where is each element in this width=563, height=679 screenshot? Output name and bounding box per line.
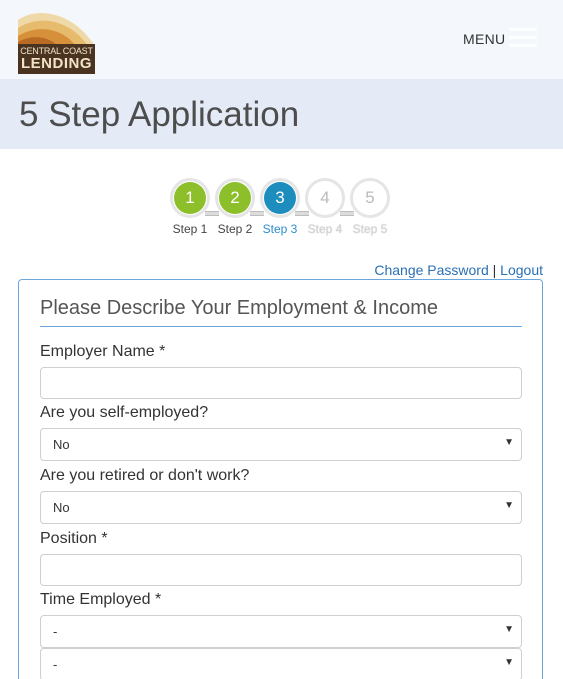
site-header: CENTRAL COAST LENDING MENU: [0, 0, 563, 79]
step-circle: 2: [215, 178, 255, 218]
step-5: 5 Step 5: [349, 178, 391, 236]
select-value: No: [53, 437, 70, 452]
position-input[interactable]: [40, 554, 522, 586]
step-1[interactable]: 1 Step 1: [169, 178, 211, 236]
select-value: -: [53, 657, 58, 672]
step-label: Step 1: [172, 222, 208, 236]
form-title: Please Describe Your Employment & Income: [40, 297, 438, 319]
logo-arc-graphic: [18, 6, 95, 46]
position-label: Position *: [40, 530, 108, 547]
self-employed-label: Are you self-employed?: [40, 404, 209, 421]
select-value: No: [53, 500, 70, 515]
step-2[interactable]: 2 Step 2: [214, 178, 256, 236]
change-password-link[interactable]: Change Password: [374, 262, 488, 278]
time-employed-label: Time Employed *: [40, 591, 162, 608]
employment-form-panel: Please Describe Your Employment & Income…: [18, 279, 543, 679]
step-4: 4 Step 4: [304, 178, 346, 236]
employer-name-input[interactable]: [40, 367, 522, 399]
page-title: 5 Step Application: [19, 95, 300, 134]
account-links: Change Password | Logout: [374, 262, 543, 278]
central-coast-lending-logo[interactable]: CENTRAL COAST LENDING: [18, 6, 95, 74]
logo-line-2: LENDING: [21, 55, 92, 72]
step-progress: 1 Step 1 2 Step 2 3 Step 3 4 Step 4 5 St…: [169, 178, 393, 238]
step-circle: 4: [305, 178, 345, 218]
step-label: Step 2: [217, 222, 253, 236]
caret-down-icon: ▼: [504, 437, 514, 448]
step-number: 2: [219, 182, 251, 214]
step-label: Step 3: [262, 222, 298, 236]
step-circle: 1: [170, 178, 210, 218]
retired-label: Are you retired or don't work?: [40, 467, 250, 484]
hamburger-icon[interactable]: [509, 28, 539, 52]
step-number: 1: [174, 182, 206, 214]
retired-select[interactable]: No ▼: [40, 491, 522, 524]
step-circle: 3: [260, 178, 300, 218]
caret-down-icon: ▼: [504, 500, 514, 511]
menu-button-label[interactable]: MENU: [463, 31, 505, 47]
form-title-divider: [40, 326, 522, 327]
caret-down-icon: ▼: [504, 657, 514, 668]
caret-down-icon: ▼: [504, 624, 514, 635]
select-value: -: [53, 624, 58, 639]
step-label: Step 4: [307, 222, 343, 236]
self-employed-select[interactable]: No ▼: [40, 428, 522, 461]
employer-name-label: Employer Name *: [40, 343, 166, 360]
step-label: Step 5: [352, 222, 388, 236]
link-separator: |: [492, 262, 497, 278]
time-employed-years-select[interactable]: - ▼: [40, 615, 522, 648]
logout-link[interactable]: Logout: [500, 262, 543, 278]
step-3[interactable]: 3 Step 3: [259, 178, 301, 236]
time-employed-months-select[interactable]: - ▼: [40, 648, 522, 679]
step-circle: 5: [350, 178, 390, 218]
step-number: 5: [354, 182, 386, 214]
step-number: 4: [309, 182, 341, 214]
logo-wordmark: CENTRAL COAST LENDING: [18, 44, 95, 74]
step-number: 3: [264, 182, 296, 214]
